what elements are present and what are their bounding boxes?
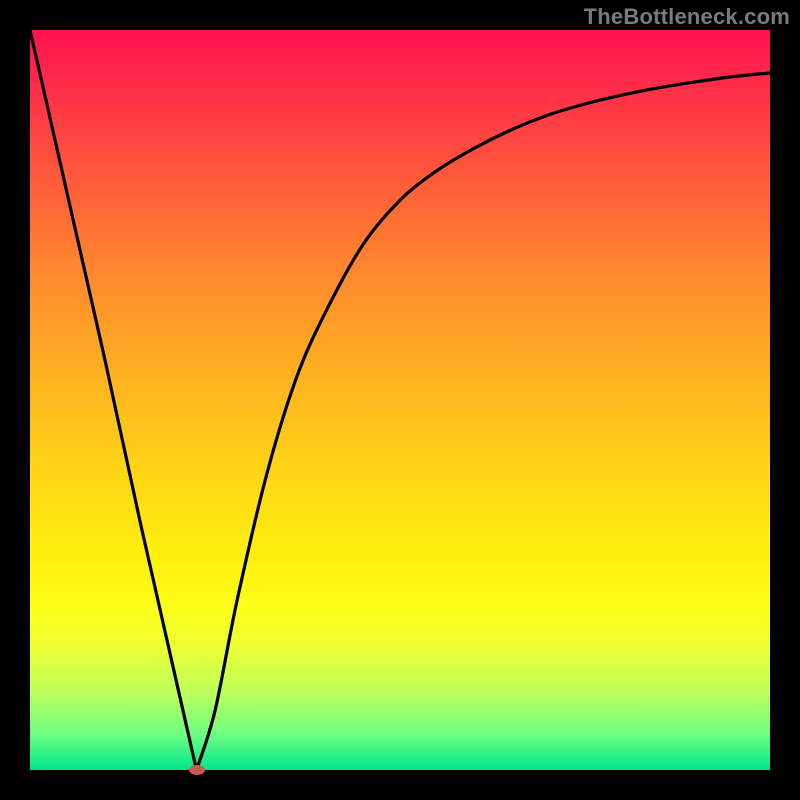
bottleneck-curve [30,30,770,770]
watermark-text: TheBottleneck.com [584,4,790,30]
curve-path [30,30,770,770]
minimum-marker [189,765,205,775]
chart-container: TheBottleneck.com [0,0,800,800]
plot-area [30,30,770,770]
